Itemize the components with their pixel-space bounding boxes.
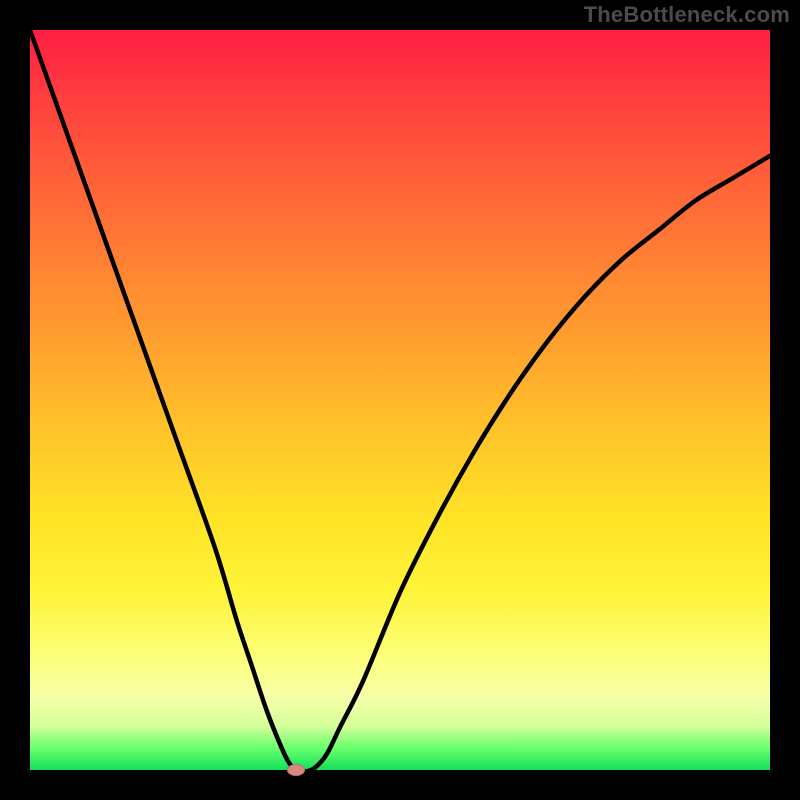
chart-frame: TheBottleneck.com [0,0,800,800]
plot-area [30,30,770,770]
watermark-text: TheBottleneck.com [584,2,790,28]
bottleneck-curve [30,30,770,770]
curve-path [30,30,770,771]
optimal-point-marker [287,764,305,776]
